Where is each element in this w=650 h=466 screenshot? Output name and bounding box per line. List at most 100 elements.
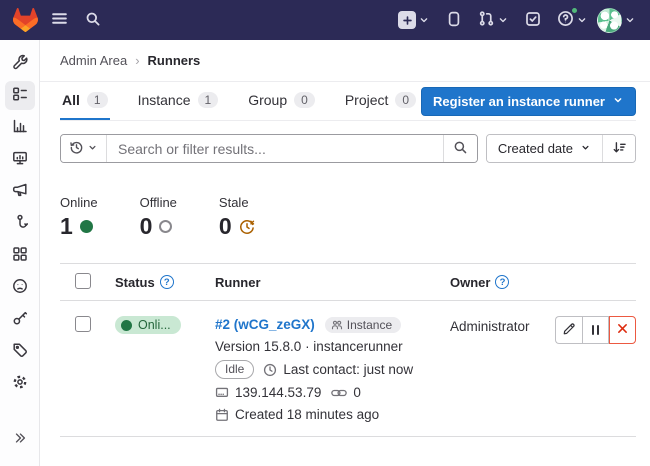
chevron-down-icon (612, 94, 624, 109)
register-instance-runner-button[interactable]: Register an instance runner (421, 87, 636, 116)
runner-project-count: 0 (353, 385, 361, 400)
sidebar-item-analytics[interactable] (5, 113, 35, 142)
edit-runner-button[interactable] (555, 316, 582, 344)
gitlab-logo-icon (13, 8, 38, 32)
tab-instance-count: 1 (198, 92, 219, 108)
gitlab-tanuki-logo[interactable] (10, 6, 40, 34)
register-button-label: Register an instance runner (433, 94, 605, 109)
sidebar-item-messages[interactable] (5, 177, 35, 206)
admin-sidebar (0, 40, 40, 466)
search-input[interactable] (107, 135, 443, 162)
chevron-down-icon (418, 14, 430, 26)
sidebar-item-overview[interactable] (5, 81, 35, 110)
row-select-checkbox[interactable] (75, 316, 91, 332)
help-menu-button[interactable] (557, 5, 588, 35)
runner-created-text: Created 18 minutes ago (235, 407, 379, 422)
search-icon (453, 140, 468, 158)
tab-all[interactable]: All 1 (60, 82, 110, 120)
sort-direction-button[interactable] (602, 135, 635, 162)
chevron-down-icon (576, 14, 588, 26)
global-search-button[interactable] (78, 5, 108, 35)
runner-last-contact: Last contact: just now (283, 362, 413, 377)
user-menu-button[interactable] (597, 5, 636, 35)
sidebar-item-monitoring[interactable] (5, 145, 35, 174)
overview-icon (12, 86, 28, 105)
breadcrumb: Admin Area › Runners (40, 40, 650, 82)
sidebar-collapse-button[interactable] (5, 425, 35, 454)
merge-requests-button[interactable] (478, 5, 509, 35)
stat-stale: Stale 0 (219, 195, 255, 238)
stat-offline-label: Offline (140, 195, 177, 210)
search-submit-button[interactable] (443, 135, 477, 162)
chevron-down-icon (87, 141, 98, 156)
monitoring-icon (12, 150, 28, 169)
collapse-icon (13, 431, 27, 448)
main-content: Admin Area › Runners All 1 Instance 1 Gr… (40, 40, 650, 466)
todo-list-button[interactable] (518, 5, 548, 35)
sidebar-item-settings[interactable] (5, 369, 35, 398)
stat-online: Online 1 (60, 195, 98, 238)
labels-icon (12, 342, 28, 361)
runner-tabs-row: All 1 Instance 1 Group 0 Project 0 (60, 82, 636, 121)
hamburger-menu-button[interactable] (44, 5, 74, 35)
tab-instance-label: Instance (138, 92, 191, 108)
hamburger-icon (51, 10, 68, 30)
issues-icon (446, 11, 462, 30)
runner-ip-address: 139.144.53.79 (235, 385, 321, 400)
stat-stale-label: Stale (219, 195, 255, 210)
runner-status-stats: Online 1 Offline 0 Stale 0 (60, 195, 636, 263)
user-avatar (597, 8, 622, 33)
delete-x-icon (616, 322, 629, 338)
sidebar-item-system-hooks[interactable] (5, 209, 35, 238)
runner-state-badge: Idle (215, 360, 254, 379)
tab-project-label: Project (345, 92, 389, 108)
tab-project[interactable]: Project 0 (343, 82, 418, 120)
runner-tabs: All 1 Instance 1 Group 0 Project 0 (60, 82, 418, 120)
new-menu-button[interactable] (398, 5, 430, 35)
search-history-dropdown[interactable] (61, 135, 107, 162)
calendar-icon (215, 408, 229, 422)
sidebar-item-applications[interactable] (5, 241, 35, 270)
runner-summary-cell: #2 (wCG_zeGX) Instance Version 15.8.0 · … (215, 316, 450, 423)
column-status-label: Status (115, 275, 155, 290)
runner-version-description: Version 15.8.0 · instancerunner (215, 339, 403, 354)
online-dot-icon (121, 320, 132, 331)
tab-all-count: 1 (87, 92, 108, 108)
breadcrumb-admin-area[interactable]: Admin Area (60, 53, 127, 68)
stat-offline: Offline 0 (140, 195, 177, 238)
issues-button[interactable] (439, 5, 469, 35)
sidebar-item-admin-area[interactable] (5, 49, 35, 78)
merge-requests-icon (478, 10, 495, 30)
runner-status-text: Onli... (138, 318, 171, 332)
tab-group-label: Group (248, 92, 287, 108)
select-all-checkbox[interactable] (75, 273, 91, 289)
sidebar-item-labels[interactable] (5, 337, 35, 366)
runners-table: Status ? Runner Owner ? (60, 263, 636, 437)
tab-instance[interactable]: Instance 1 (136, 82, 221, 120)
breadcrumb-runners: Runners (148, 53, 201, 68)
runner-owner-link[interactable]: Administrator (450, 319, 530, 334)
filtered-search-box (60, 134, 478, 163)
deploy-keys-icon (12, 310, 28, 329)
filter-row: Created date (60, 134, 636, 163)
delete-runner-button[interactable] (609, 316, 636, 344)
tab-group[interactable]: Group 0 (246, 82, 317, 120)
runner-detail-link[interactable]: #2 (wCG_zeGX) (215, 317, 315, 332)
tab-group-count: 0 (294, 92, 315, 108)
sort-field-dropdown[interactable]: Created date (487, 135, 602, 162)
status-help-icon[interactable]: ? (160, 275, 174, 289)
sidebar-item-deploy-keys[interactable] (5, 305, 35, 334)
owner-help-icon[interactable]: ? (495, 275, 509, 289)
tab-project-count: 0 (395, 92, 416, 108)
pause-runner-button[interactable] (582, 316, 609, 344)
online-status-icon (80, 220, 93, 233)
top-navigation-bar (0, 0, 650, 40)
sidebar-item-abuse-reports[interactable] (5, 273, 35, 302)
runner-type-label: Instance (347, 318, 392, 332)
offline-status-icon (159, 220, 172, 233)
stat-online-value: 1 (60, 215, 73, 238)
history-icon (69, 140, 84, 158)
chevron-down-icon (580, 141, 591, 156)
abuse-reports-icon (12, 278, 28, 297)
pencil-icon (562, 322, 576, 339)
